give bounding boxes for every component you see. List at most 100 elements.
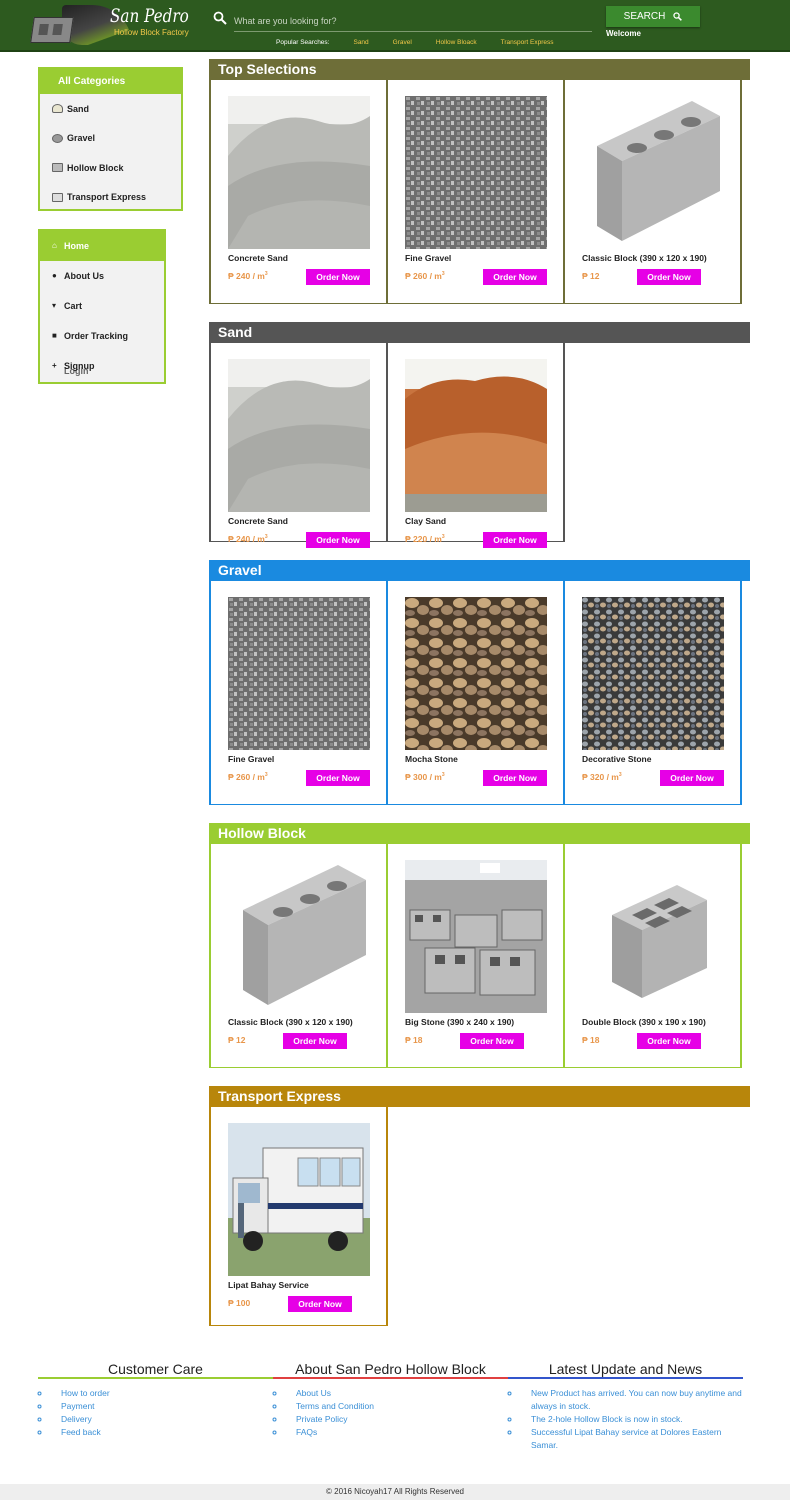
section-body: Lipat Bahay Service ₱ 100 Order Now — [209, 1107, 750, 1326]
footer-link[interactable]: Feed back — [50, 1426, 273, 1439]
search-icon[interactable] — [213, 11, 227, 25]
news-item[interactable]: Successful Lipat Bahay service at Dolore… — [520, 1426, 743, 1452]
section-hollow-block: Hollow Block Classic Block (390 x 120 x 1… — [209, 823, 750, 1068]
popular-link-gravel[interactable]: Gravel — [393, 39, 412, 46]
category-sand[interactable]: Sand — [40, 94, 181, 124]
product-image[interactable] — [228, 1123, 370, 1276]
product-card: Classic Block (390 x 120 x 190) ₱ 12 Order… — [565, 80, 742, 304]
footer-link[interactable]: About Us — [285, 1387, 508, 1400]
product-image[interactable] — [582, 96, 724, 249]
footer-heading: Latest Update and News — [508, 1361, 743, 1379]
menu-order-tracking[interactable]: ■ Order Tracking — [40, 321, 164, 351]
menu-label: Home — [64, 241, 90, 251]
order-now-button[interactable]: Order Now — [288, 1296, 352, 1312]
categories-panel: All Categories Sand Gravel Hollow Block … — [38, 67, 183, 211]
order-now-button[interactable]: Order Now — [660, 770, 724, 786]
product-name: Concrete Sand — [228, 516, 288, 526]
order-now-button[interactable]: Order Now — [483, 532, 547, 548]
news-item[interactable]: The 2-hole Hollow Block is now in stock. — [520, 1413, 743, 1426]
product-card: Mocha Stone ₱ 300 / m3 Order Now — [388, 581, 565, 805]
menu-label: Order Tracking — [64, 331, 129, 341]
footer-link[interactable]: Payment — [50, 1400, 273, 1413]
product-name: Mocha Stone — [405, 754, 458, 764]
product-image[interactable] — [405, 860, 547, 1013]
product-image[interactable] — [582, 597, 724, 750]
price-text: ₱ 260 / m — [405, 271, 442, 281]
product-image[interactable] — [582, 860, 724, 1013]
footer-link[interactable]: Delivery — [50, 1413, 273, 1426]
footer-link[interactable]: How to order — [50, 1387, 273, 1400]
category-hollow-block[interactable]: Hollow Block — [40, 153, 181, 183]
site-logo[interactable]: San Pedro Hollow Block Factory — [28, 3, 189, 47]
product-price: ₱ 240 / m3 — [228, 271, 268, 281]
popular-link-hollow-block[interactable]: Hollow Bloack — [436, 39, 477, 46]
section-header: Sand — [209, 322, 750, 343]
menu-about-us[interactable]: ● About Us — [40, 261, 164, 291]
price-text: ₱ 18 — [582, 1035, 600, 1045]
category-gravel[interactable]: Gravel — [40, 124, 181, 154]
product-image[interactable] — [405, 359, 547, 512]
popular-link-transport[interactable]: Transport Express — [501, 39, 554, 46]
popular-link-sand[interactable]: Sand — [353, 39, 368, 46]
price-unit-exp: 3 — [441, 772, 445, 779]
order-now-button[interactable]: Order Now — [283, 1033, 347, 1049]
product-name: Classic Block (390 x 120 x 190) — [228, 1017, 353, 1027]
product-price: ₱ 18 — [405, 1035, 423, 1045]
section-body: Classic Block (390 x 120 x 190) ₱ 12 Order… — [209, 844, 750, 1068]
menu-cart[interactable]: ▾ Cart — [40, 291, 164, 321]
popular-label: Popular Searches: — [276, 39, 330, 46]
product-price: ₱ 220 / m3 — [405, 534, 445, 544]
search-button[interactable]: SEARCH — [606, 6, 700, 27]
menu-label: Signup — [64, 361, 95, 371]
section-header: Gravel — [209, 560, 750, 581]
product-price: ₱ 260 / m3 — [228, 772, 268, 782]
order-now-button[interactable]: Order Now — [306, 532, 370, 548]
section-header: Hollow Block — [209, 823, 750, 844]
menu-signup[interactable]: + Signup Login — [40, 351, 164, 381]
product-image[interactable] — [228, 860, 370, 1013]
footer-link[interactable]: Private Policy — [285, 1413, 508, 1426]
price-text: ₱ 220 / m — [405, 534, 442, 544]
category-label: Hollow Block — [67, 162, 124, 173]
side-menu: ⌂ Home ● About Us ▾ Cart ■ Order Tracking + S… — [38, 229, 166, 384]
gravel-icon — [52, 133, 63, 143]
product-image[interactable] — [405, 96, 547, 249]
order-now-button[interactable]: Order Now — [306, 269, 370, 285]
menu-home[interactable]: ⌂ Home — [40, 231, 164, 261]
category-transport-express[interactable]: Transport Express — [40, 183, 181, 213]
product-name: Classic Block (390 x 120 x 190) — [582, 253, 707, 263]
product-image[interactable] — [228, 96, 370, 249]
product-price: ₱ 320 / m3 — [582, 772, 622, 782]
order-now-button[interactable]: Order Now — [460, 1033, 524, 1049]
price-unit-exp: 3 — [264, 271, 268, 278]
section-transport-express: Transport Express Lipat Bahay Service ₱ 10… — [209, 1086, 750, 1326]
user-icon: ● — [52, 271, 57, 280]
product-price: ₱ 100 — [228, 1298, 250, 1308]
price-unit-exp: 3 — [264, 534, 268, 541]
order-now-button[interactable]: Order Now — [637, 269, 701, 285]
price-unit-exp: 3 — [441, 534, 445, 541]
news-item[interactable]: New Product has arrived. You can now buy… — [520, 1387, 743, 1413]
order-now-button[interactable]: Order Now — [306, 770, 370, 786]
footer-link[interactable]: Terms and Condition — [285, 1400, 508, 1413]
price-text: ₱ 18 — [405, 1035, 423, 1045]
product-image[interactable] — [228, 597, 370, 750]
product-card: Concrete Sand ₱ 240 / m3 Order Now — [211, 343, 388, 548]
product-image[interactable] — [228, 359, 370, 512]
price-unit-exp: 3 — [264, 772, 268, 779]
product-image[interactable] — [405, 597, 547, 750]
search-input[interactable] — [234, 10, 592, 32]
product-name: Fine Gravel — [405, 253, 452, 263]
category-label: Gravel — [67, 133, 96, 144]
order-now-button[interactable]: Order Now — [483, 269, 547, 285]
price-text: ₱ 320 / m — [582, 772, 619, 782]
order-now-button[interactable]: Order Now — [637, 1033, 701, 1049]
order-now-button[interactable]: Order Now — [483, 770, 547, 786]
footer-news: Latest Update and News New Product has a… — [508, 1361, 743, 1452]
footer-link[interactable]: FAQs — [285, 1426, 508, 1439]
footer-heading: Customer Care — [38, 1361, 273, 1379]
product-price: ₱ 12 — [582, 271, 600, 281]
category-label: Transport Express — [67, 192, 147, 203]
categories-title: All Categories — [40, 69, 181, 94]
price-text: ₱ 12 — [228, 1035, 246, 1045]
